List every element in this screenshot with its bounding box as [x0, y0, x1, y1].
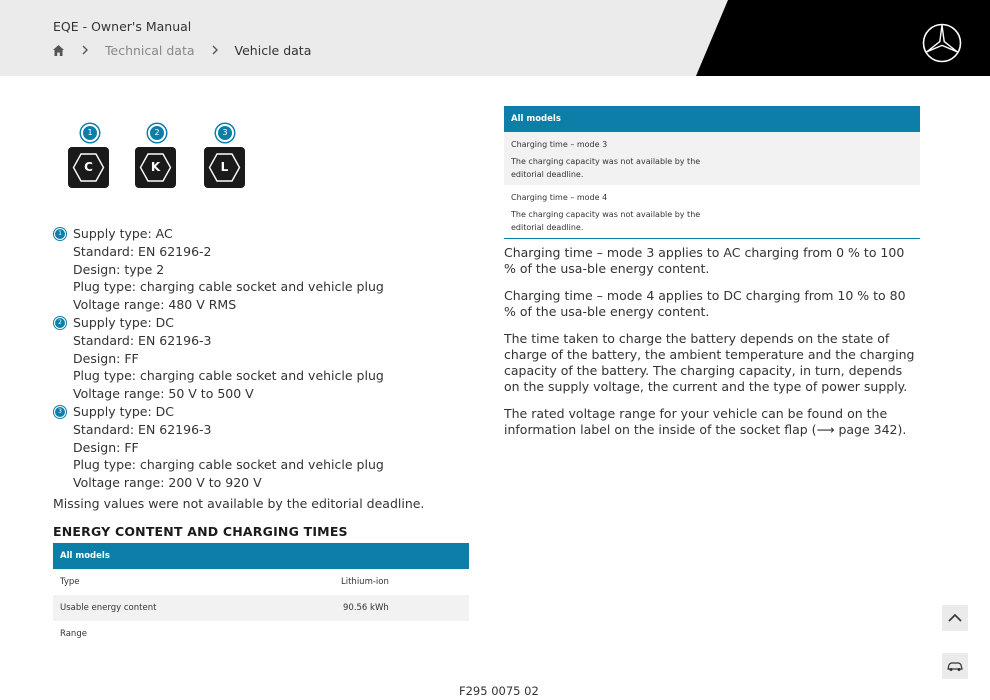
breadcrumb-technical-data[interactable]: Technical data	[105, 43, 195, 58]
section-title: ENERGY CONTENT AND CHARGING TIMES	[53, 524, 348, 539]
spec-item-1: 1 Supply type: AC Standard: EN 62196-2 D…	[53, 225, 473, 314]
spec-line: Plug type: charging cable socket and veh…	[73, 368, 384, 384]
plug-number-1: 1	[81, 124, 99, 142]
spec-line: Supply type: DC	[73, 314, 175, 330]
missing-values-note: Missing values were not available by the…	[53, 496, 425, 511]
home-icon[interactable]	[52, 44, 65, 57]
app-title: EQE - Owner's Manual	[53, 19, 192, 34]
plug-c-icon: C	[68, 147, 109, 188]
row-key: Range	[60, 629, 87, 639]
cell-note: The charging capacity was not available …	[511, 157, 701, 179]
spec-item-3: 3 Supply type: DC Standard: EN 62196-3 D…	[53, 403, 473, 492]
cell-title: Charging time – mode 3	[511, 140, 608, 149]
breadcrumb: Technical data Vehicle data	[52, 41, 311, 59]
plug-number-3: 3	[216, 124, 234, 142]
spec-line: Plug type: charging cable socket and veh…	[73, 457, 384, 473]
spec-line: Voltage range: 50 V to 500 V	[73, 386, 254, 402]
mercedes-star-logo[interactable]	[921, 22, 963, 64]
row-value: 90.56 kWh	[343, 603, 389, 613]
row-key: Type	[60, 577, 80, 587]
chevron-right-icon	[212, 45, 218, 55]
row-value: Lithium-ion	[341, 577, 389, 587]
table-row: Charging time – mode 4 The charging capa…	[504, 185, 920, 238]
vehicle-view-button[interactable]	[942, 653, 968, 679]
row-key: Usable energy content	[60, 603, 157, 613]
spec-line: Supply type: AC	[73, 226, 173, 241]
table-header: All models	[504, 106, 920, 132]
spec-number-1: 1	[54, 228, 66, 240]
spec-number-3: 3	[54, 405, 66, 418]
breadcrumb-vehicle-data: Vehicle data	[234, 42, 312, 58]
spec-line: Design: FF	[73, 350, 139, 366]
table-row: Range	[53, 621, 469, 647]
plug-k-label: K	[150, 160, 161, 174]
plug-l-icon: L	[204, 147, 245, 188]
paragraph: The time taken to charge the battery dep…	[504, 331, 915, 394]
plug-l-label: L	[220, 160, 229, 174]
spec-line: Voltage range: 480 V RMS	[73, 297, 237, 313]
plug-spec-list: 1 Supply type: AC Standard: EN 62196-2 D…	[53, 225, 473, 492]
spec-line: Supply type: DC	[73, 403, 175, 419]
spec-line: Standard: EN 62196-3	[73, 332, 212, 348]
table-row: Usable energy content 90.56 kWh	[53, 595, 469, 621]
table-header: All models	[53, 543, 469, 569]
chevron-right-icon	[82, 45, 88, 55]
spec-number-2: 2	[54, 316, 66, 329]
spec-line: Voltage range: 200 V to 920 V	[73, 475, 262, 491]
scroll-to-top-button[interactable]	[942, 605, 968, 631]
spec-line: Plug type: charging cable socket and veh…	[73, 279, 384, 295]
chevron-up-icon	[948, 613, 962, 622]
cell-title: Charging time – mode 4	[511, 193, 608, 202]
spec-line: Design: type 2	[73, 261, 165, 277]
plug-number-2: 2	[148, 124, 166, 142]
car-icon	[947, 662, 963, 671]
plug-c-label: C	[84, 160, 93, 174]
spec-line: Standard: EN 62196-2	[73, 243, 212, 259]
spec-line: Design: FF	[73, 439, 139, 455]
paragraph[interactable]: The rated voltage range for your vehicle…	[504, 406, 920, 438]
charging-time-table: All models Charging time – mode 3 The ch…	[504, 106, 920, 239]
plug-k-icon: K	[135, 147, 176, 188]
charging-info-text: Charging time – mode 3 applies to AC cha…	[504, 245, 920, 449]
paragraph: Charging time – mode 3 applies to AC cha…	[504, 245, 905, 276]
energy-table: All models Type Lithium-ion Usable energ…	[53, 543, 469, 647]
figure-code: F295 0075 02	[459, 684, 539, 698]
spec-line: Standard: EN 62196-3	[73, 421, 212, 437]
cell-note: The charging capacity was not available …	[511, 210, 701, 232]
table-row: Charging time – mode 3 The charging capa…	[504, 132, 920, 185]
table-row: Type Lithium-ion	[53, 569, 469, 595]
spec-item-2: 2 Supply type: DC Standard: EN 62196-3 D…	[53, 314, 473, 403]
paragraph: Charging time – mode 4 applies to DC cha…	[504, 288, 906, 319]
